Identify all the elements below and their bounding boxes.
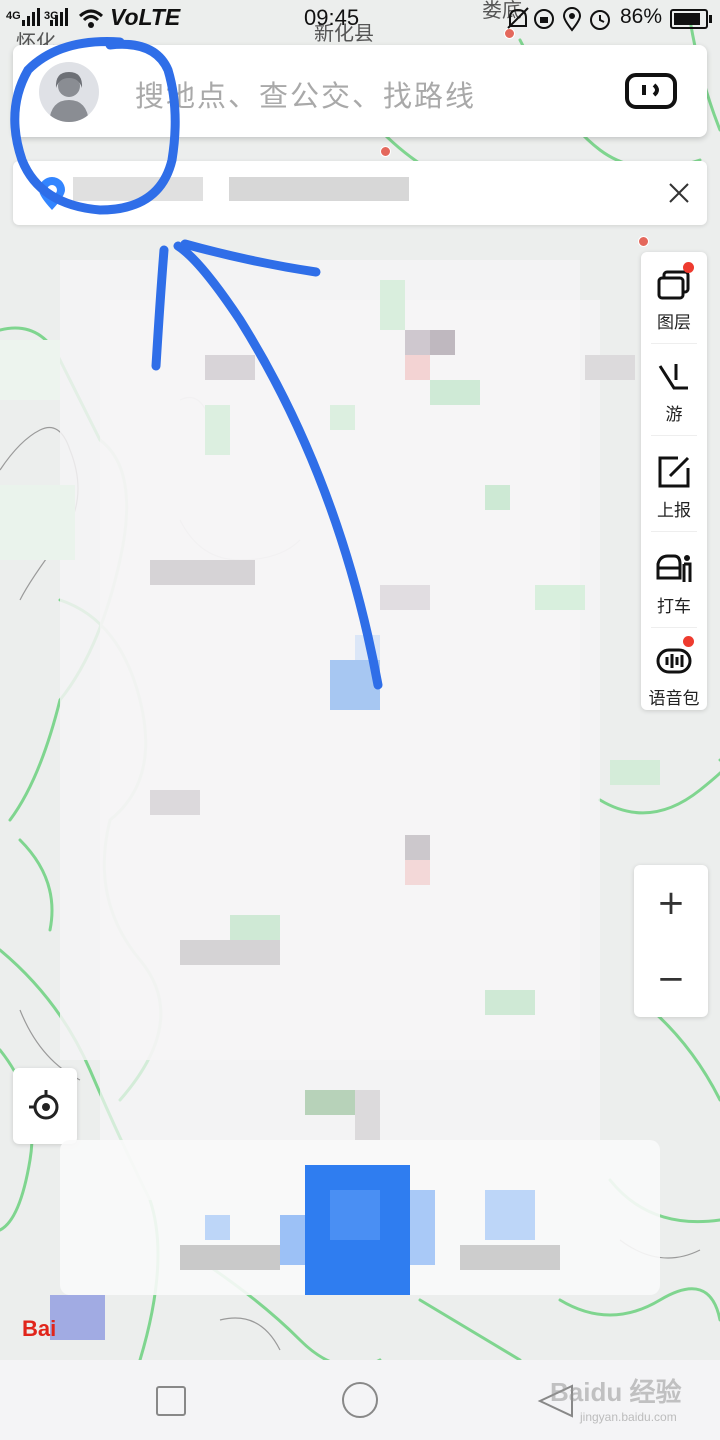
location-bar[interactable] [13, 161, 707, 225]
zoom-out-button[interactable]: − [634, 941, 708, 1017]
location-icon [562, 7, 582, 32]
report-button[interactable]: 上报 [641, 440, 707, 532]
locate-icon [29, 1090, 59, 1120]
close-icon[interactable] [665, 179, 693, 207]
recent-apps-button[interactable] [156, 1386, 186, 1416]
signal-icon [50, 8, 68, 26]
scan-icon[interactable] [625, 73, 677, 109]
home-button[interactable] [342, 1382, 378, 1418]
bell-off-icon [507, 7, 529, 29]
tour-icon [658, 364, 688, 390]
badge-dot [683, 262, 694, 273]
redacted-text [229, 177, 409, 201]
tour-button[interactable]: 游 [641, 344, 707, 436]
search-input[interactable]: 搜地点、查公交、找路线 [135, 73, 476, 115]
badge-dot [683, 636, 694, 647]
alarm-icon [590, 10, 610, 30]
clock: 09:45 [304, 5, 360, 30]
network-label-1: 4G [6, 10, 21, 22]
battery-icon [670, 9, 712, 29]
voice-pack-label: 语音包 [648, 689, 700, 709]
watermark-url: jingyan.baidu.com [580, 1410, 677, 1424]
wifi-icon [78, 9, 104, 28]
zoom-controls: + − [634, 865, 708, 1017]
status-bar: 4G 3G VoLTE 09:45 86% [0, 0, 720, 38]
taxi-label: 打车 [657, 597, 691, 617]
lock-rotate-icon [534, 9, 554, 29]
voice-pack-icon [656, 648, 692, 674]
locate-button[interactable] [13, 1068, 77, 1144]
report-label: 上报 [657, 501, 691, 521]
report-icon [658, 456, 690, 488]
layers-button[interactable]: 图层 [641, 252, 707, 344]
zoom-in-button[interactable]: + [634, 865, 708, 941]
taxi-button[interactable]: 打车 [641, 536, 707, 628]
voice-pack-button[interactable]: 语音包 [641, 628, 707, 720]
signal-icon [22, 8, 40, 26]
layers-label: 图层 [657, 313, 691, 333]
redacted-text [73, 177, 203, 201]
taxi-icon [656, 554, 692, 582]
search-bar[interactable]: 搜地点、查公交、找路线 [13, 45, 707, 137]
city-marker[interactable] [380, 146, 391, 157]
status-icons [507, 7, 610, 32]
watermark: Baidu 经验 [550, 1377, 682, 1407]
tour-label: 游 [665, 405, 683, 425]
volte-label: VoLTE [110, 4, 181, 30]
battery-percent: 86% [620, 5, 663, 28]
location-pin-icon [39, 177, 65, 210]
user-avatar-icon[interactable] [39, 62, 99, 122]
baidu-logo: Bai [22, 1316, 57, 1341]
city-marker[interactable] [638, 236, 649, 247]
map-toolbar: 图层 游 上报 打车 语音包 [641, 252, 707, 710]
